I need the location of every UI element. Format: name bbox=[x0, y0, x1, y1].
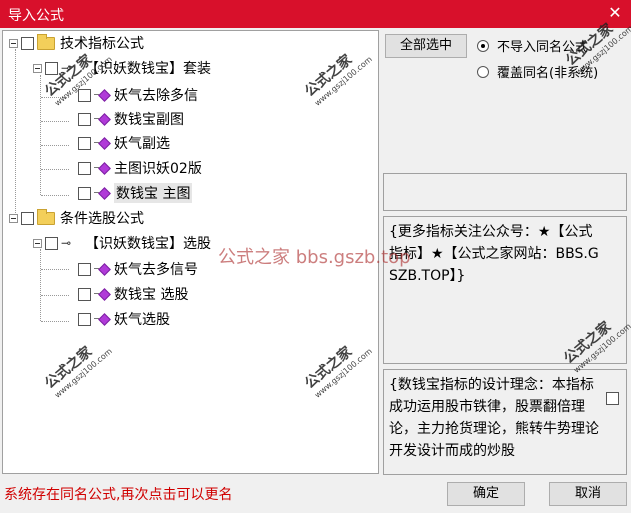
item-checkbox[interactable] bbox=[78, 287, 91, 301]
tree-item[interactable]: 妖气去多信号 bbox=[78, 259, 198, 279]
folder-icon bbox=[37, 208, 55, 225]
tree-group-stock-picking[interactable]: 条件选股公式 bbox=[9, 208, 144, 228]
watermark: 公式之家 www.gszj100.com bbox=[302, 51, 374, 108]
description-checkbox[interactable] bbox=[606, 392, 619, 405]
tree-item-label: 妖气选股 bbox=[114, 312, 170, 328]
window-title: 导入公式 bbox=[8, 8, 64, 24]
key-icon: ⊸ bbox=[61, 236, 72, 250]
group-checkbox[interactable] bbox=[21, 36, 34, 50]
subgroup-checkbox[interactable] bbox=[45, 236, 58, 250]
tree-item-selected[interactable]: 数钱宝 主图 bbox=[78, 183, 193, 203]
collapse-icon[interactable] bbox=[33, 238, 42, 248]
formula-gem-icon bbox=[94, 288, 110, 300]
formula-gem-icon bbox=[94, 313, 110, 325]
info-text: {更多指标关注公众号：★【公式指标】★【公式之家网站：BBS.GSZB.TOP】… bbox=[389, 224, 599, 284]
item-checkbox[interactable] bbox=[78, 161, 91, 175]
item-checkbox[interactable] bbox=[78, 262, 91, 276]
empty-field[interactable] bbox=[383, 173, 627, 211]
radio-unselected-icon[interactable] bbox=[477, 65, 489, 78]
item-checkbox[interactable] bbox=[78, 112, 91, 126]
description-panel: {数钱宝指标的设计理念：本指标成功运用股市铁律，股票翻倍理论，主力抢货理论，熊转… bbox=[383, 369, 627, 475]
tree-item[interactable]: 数钱宝副图 bbox=[78, 109, 184, 129]
tree-item-label: 妖气去除多信 bbox=[114, 88, 198, 104]
ok-button[interactable]: 确定 bbox=[447, 482, 525, 506]
tree-item[interactable]: 妖气去除多信 bbox=[78, 85, 198, 105]
tree-item[interactable]: 数钱宝 选股 bbox=[78, 284, 188, 304]
item-checkbox[interactable] bbox=[78, 312, 91, 326]
tree-item[interactable]: 主图识妖02版 bbox=[78, 158, 202, 178]
collapse-icon[interactable] bbox=[33, 63, 42, 73]
title-bar: 导入公式 ✕ bbox=[0, 0, 631, 28]
tree-item[interactable]: 妖气选股 bbox=[78, 309, 170, 329]
watermark: 公式之家 www.gszj100.com bbox=[302, 343, 374, 400]
collapse-icon[interactable] bbox=[9, 38, 18, 48]
tree-item[interactable]: 妖气副选 bbox=[78, 133, 170, 153]
tree-group-label: 条件选股公式 bbox=[60, 211, 144, 227]
status-message: 系统存在同名公式,再次点击可以更名 bbox=[4, 487, 233, 503]
tree-subgroup-selection[interactable]: ⊸ 【识妖数钱宝】选股 bbox=[33, 233, 211, 253]
tree-item-label: 妖气去多信号 bbox=[114, 262, 198, 278]
formula-gem-icon bbox=[94, 263, 110, 275]
tree-item-label: 妖气副选 bbox=[114, 136, 170, 152]
tree-item-label: 数钱宝 主图 bbox=[114, 183, 193, 203]
formula-gem-icon bbox=[94, 187, 110, 199]
radio-selected-icon[interactable] bbox=[477, 39, 489, 52]
group-checkbox[interactable] bbox=[21, 211, 34, 225]
tree-item-label: 数钱宝 选股 bbox=[114, 287, 189, 303]
item-checkbox[interactable] bbox=[78, 136, 91, 150]
tree-group-technical[interactable]: 技术指标公式 bbox=[9, 33, 144, 53]
formula-gem-icon bbox=[94, 137, 110, 149]
tree-subgroup-label: 【识妖数钱宝】选股 bbox=[85, 236, 211, 252]
formula-gem-icon bbox=[94, 113, 110, 125]
watermark: 公式之家 www.gszj100.com bbox=[42, 343, 114, 400]
item-checkbox[interactable] bbox=[78, 186, 91, 200]
formula-gem-icon bbox=[94, 162, 110, 174]
folder-icon bbox=[37, 33, 55, 50]
description-text: {数钱宝指标的设计理念：本指标成功运用股市铁律，股票翻倍理论，主力抢货理论，熊转… bbox=[389, 377, 599, 459]
select-all-button[interactable]: 全部选中 bbox=[385, 34, 467, 58]
formula-gem-icon bbox=[94, 89, 110, 101]
tree-item-label: 数钱宝副图 bbox=[114, 112, 184, 128]
tree-item-label: 主图识妖02版 bbox=[114, 161, 202, 177]
center-watermark: 公式之家 bbs.gszb.top bbox=[218, 247, 411, 268]
collapse-icon[interactable] bbox=[9, 213, 18, 223]
cancel-button[interactable]: 取消 bbox=[549, 482, 627, 506]
item-checkbox[interactable] bbox=[78, 88, 91, 102]
